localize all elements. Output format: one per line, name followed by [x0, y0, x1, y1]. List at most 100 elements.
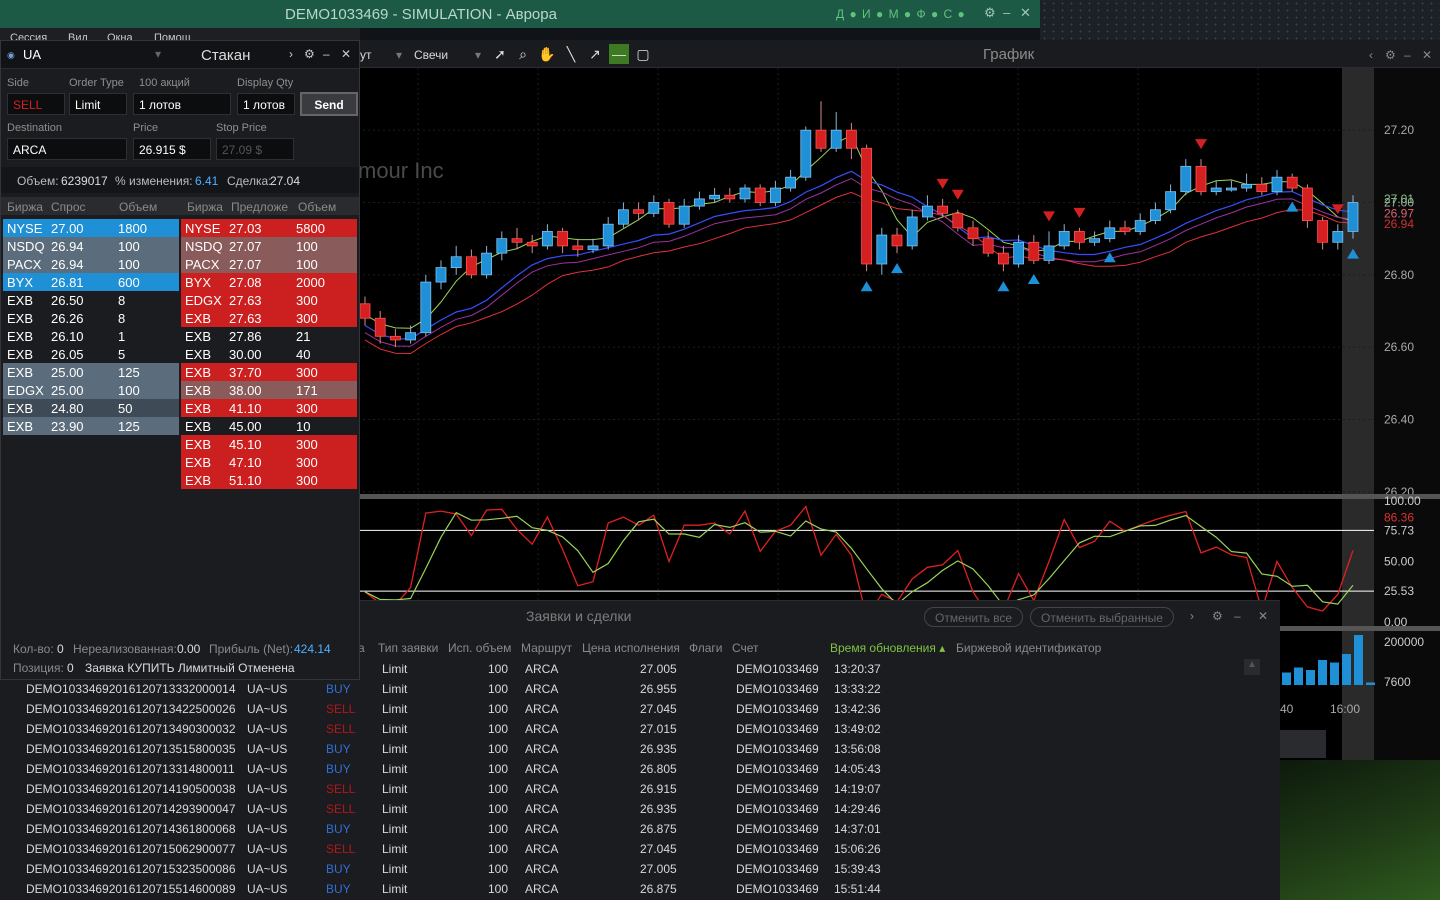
ask-row[interactable]: EXB 27.63 300: [181, 309, 357, 327]
minimize-icon[interactable]: –: [323, 47, 330, 61]
menu-windows[interactable]: Окна: [107, 32, 133, 40]
ask-size: 300: [296, 473, 318, 488]
ask-row[interactable]: NSDQ 27.07 100: [181, 237, 357, 255]
minimize-icon[interactable]: –: [1234, 609, 1241, 623]
chevron-down-icon[interactable]: ▾: [396, 48, 402, 62]
ask-exchange: EXB: [185, 401, 212, 416]
bid-row[interactable]: EXB 26.26 8: [3, 309, 179, 327]
order-type-select[interactable]: Limit: [69, 93, 127, 115]
chevron-left-icon[interactable]: ‹: [1369, 48, 1373, 62]
menu-help[interactable]: Помощ: [154, 32, 191, 40]
bid-row[interactable]: EXB 26.50 8: [3, 291, 179, 309]
quantity-input[interactable]: 1 лотов: [133, 93, 231, 115]
menu-view[interactable]: Вид: [68, 32, 88, 40]
bid-row[interactable]: EXB 26.10 1: [3, 327, 179, 345]
price-tick-label: 27.20: [1384, 123, 1414, 137]
scroll-up-icon[interactable]: ▲: [1244, 659, 1260, 675]
arrow-tool-icon[interactable]: ↗: [585, 44, 605, 64]
send-button[interactable]: Send: [300, 92, 358, 116]
column-header-fill-price[interactable]: Цена исполнения: [582, 641, 680, 655]
minimize-icon[interactable]: –: [1003, 5, 1010, 20]
destination-select[interactable]: ARCA: [7, 138, 127, 160]
ask-exchange: EXB: [185, 311, 212, 326]
ask-row[interactable]: NYSE 27.03 5800: [181, 219, 357, 237]
ask-row[interactable]: EXB 41.10 300: [181, 399, 357, 417]
side-select[interactable]: SELL: [7, 93, 65, 115]
column-header-exchange-id[interactable]: Биржевой идентификатор: [956, 641, 1101, 655]
stop-price-input[interactable]: 27.09 $: [216, 138, 294, 160]
cancel-selected-button[interactable]: Отменить выбранные: [1030, 607, 1174, 627]
chevron-down-icon[interactable]: ▾: [475, 48, 481, 62]
bid-row[interactable]: EXB 26.05 5: [3, 345, 179, 363]
chevron-right-icon[interactable]: ›: [1190, 609, 1194, 623]
pane-divider[interactable]: [358, 494, 1440, 499]
interval-select[interactable]: ут: [360, 48, 372, 62]
column-header-flags[interactable]: Флаги: [689, 641, 722, 655]
horizontal-line-tool-icon[interactable]: —: [609, 44, 629, 64]
ask-row[interactable]: EXB 45.10 300: [181, 435, 357, 453]
column-header-filled[interactable]: Исп. объем: [448, 641, 511, 655]
close-icon[interactable]: ✕: [341, 47, 351, 61]
settings-gear-icon[interactable]: ⚙: [1212, 609, 1223, 623]
bid-row[interactable]: EXB 23.90 125: [3, 417, 179, 435]
close-icon[interactable]: ✕: [1258, 609, 1268, 623]
chevron-right-icon[interactable]: ›: [289, 47, 293, 61]
bid-row[interactable]: PACX 26.94 100: [3, 255, 179, 273]
bid-size-header[interactable]: Объем: [119, 200, 157, 214]
ask-row[interactable]: EXB 45.00 10: [181, 417, 357, 435]
minimize-icon[interactable]: –: [1404, 48, 1411, 62]
column-header-update-time[interactable]: Время обновления ▴: [830, 641, 945, 655]
close-icon[interactable]: ✕: [1422, 48, 1432, 62]
zoom-tool-icon[interactable]: ⌕: [513, 44, 533, 64]
ask-row[interactable]: EDGX 27.63 300: [181, 291, 357, 309]
candle: [481, 245, 492, 279]
bid-row[interactable]: EXB 25.00 125: [3, 363, 179, 381]
volume-bar: [1354, 635, 1363, 685]
bid-row[interactable]: NYSE 27.00 1800: [3, 219, 179, 237]
ask-row[interactable]: EXB 30.00 40: [181, 345, 357, 363]
ask-row[interactable]: EXB 27.86 21: [181, 327, 357, 345]
bid-row[interactable]: EDGX 25.00 100: [3, 381, 179, 399]
ask-row[interactable]: EXB 37.70 300: [181, 363, 357, 381]
ask-row[interactable]: BYX 27.08 2000: [181, 273, 357, 291]
line-tool-icon[interactable]: ╲: [561, 44, 581, 64]
ask-row[interactable]: EXB 51.10 300: [181, 471, 357, 489]
chart-style-select[interactable]: Свечи: [414, 48, 448, 62]
hand-tool-icon[interactable]: ✋: [537, 44, 557, 64]
menu-session[interactable]: Сессия: [10, 32, 47, 40]
ask-row[interactable]: PACX 27.07 100: [181, 255, 357, 273]
settings-gear-icon[interactable]: ⚙: [984, 5, 996, 21]
close-icon[interactable]: ✕: [1020, 5, 1031, 21]
price-input[interactable]: 26.915 $: [133, 138, 211, 160]
settings-gear-icon[interactable]: ⚙: [304, 47, 315, 61]
candle: [420, 274, 432, 337]
volume-value: 6239017: [61, 174, 108, 188]
column-header-type[interactable]: Тип заявки: [378, 641, 438, 655]
ask-size-header[interactable]: Объем: [298, 200, 336, 214]
candle: [648, 195, 660, 217]
ask-price-header[interactable]: Предложе: [231, 200, 288, 214]
pointer-tool-icon[interactable]: ➚: [490, 44, 510, 64]
ask-row[interactable]: EXB 38.00 171: [181, 381, 357, 399]
settings-gear-icon[interactable]: ⚙: [1385, 48, 1396, 62]
volume-bar: [1342, 654, 1351, 685]
buy-signal-arrow: [860, 281, 873, 292]
display-qty-input[interactable]: 1 лотов: [237, 93, 295, 115]
ask-row[interactable]: EXB 47.10 300: [181, 453, 357, 471]
symbol-input[interactable]: UA: [23, 47, 41, 62]
cancel-all-button[interactable]: Отменить все: [924, 607, 1024, 627]
rectangle-tool-icon[interactable]: ▢: [633, 44, 653, 64]
bid-price-header[interactable]: Спрос: [51, 200, 86, 214]
bid-row[interactable]: EXB 24.80 50: [3, 399, 179, 417]
bid-row[interactable]: BYX 26.81 600: [3, 273, 179, 291]
column-header-route[interactable]: Маршрут: [521, 641, 572, 655]
bid-price: 26.94: [51, 257, 84, 272]
volume-tick-label: 200000: [1384, 635, 1424, 649]
bid-exchange-header[interactable]: Биржа: [7, 200, 43, 214]
column-header-account[interactable]: Счет: [732, 641, 759, 655]
ask-exchange-header[interactable]: Биржа: [187, 200, 223, 214]
chevron-down-icon[interactable]: ▾: [155, 47, 161, 61]
ask-size: 300: [296, 311, 318, 326]
chart-scrollbar[interactable]: [1280, 730, 1326, 758]
bid-row[interactable]: NSDQ 26.94 100: [3, 237, 179, 255]
